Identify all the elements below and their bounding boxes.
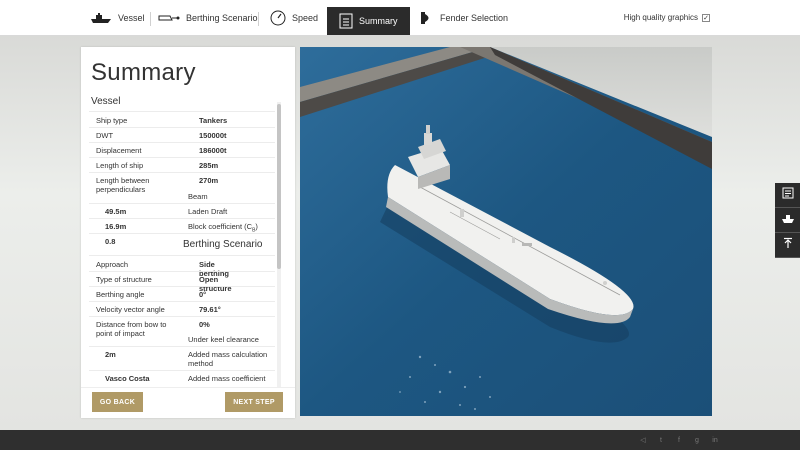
step-berthing-label: Berthing Scenario	[186, 13, 258, 23]
summary-row-key: Beam	[188, 192, 208, 201]
summary-row-key: Added mass calculation method	[188, 350, 268, 368]
divider	[89, 255, 275, 256]
divider	[89, 233, 275, 234]
divider	[89, 271, 275, 272]
row-key: Displacement	[96, 146, 142, 155]
divider	[89, 127, 275, 128]
summary-row-key: Laden Draft	[188, 207, 228, 216]
nav-divider	[258, 12, 259, 26]
berthing-section-title: Berthing Scenario	[183, 239, 263, 250]
side-toolbar	[775, 183, 800, 258]
row-key: DWT	[96, 131, 114, 140]
vessel-3d-view[interactable]	[300, 47, 712, 416]
berthing-icon	[158, 12, 180, 24]
divider	[89, 203, 275, 204]
step-fender-selection[interactable]: Fender Selection	[420, 6, 508, 30]
speedometer-icon	[270, 10, 286, 26]
divider	[89, 157, 275, 158]
summary-row-key: Block coefficient (CB)	[188, 222, 258, 234]
share-icon[interactable]: ◁	[638, 435, 648, 445]
notes-tool-button[interactable]	[775, 183, 800, 208]
nav-divider	[150, 12, 151, 26]
twitter-icon[interactable]: t	[656, 435, 666, 445]
divider	[89, 370, 275, 371]
scrollbar-thumb[interactable]	[277, 104, 281, 269]
divider	[89, 316, 275, 317]
next-step-button[interactable]: NEXT STEP	[225, 392, 283, 412]
page-footer: ◁ t f g in	[0, 430, 800, 450]
divider	[89, 218, 275, 219]
divider	[89, 301, 275, 302]
upload-icon	[782, 236, 794, 254]
row-value: 186000t	[199, 146, 227, 155]
high-quality-checkbox[interactable]: ✓	[702, 13, 710, 22]
high-quality-label: High quality graphics	[623, 13, 698, 22]
step-vessel[interactable]: Vessel	[90, 6, 145, 30]
step-speed[interactable]: Speed	[270, 6, 318, 30]
google-plus-icon[interactable]: g	[692, 435, 702, 445]
notes-icon	[782, 186, 794, 204]
divider	[89, 286, 275, 287]
summary-row-value: 16.9m	[105, 222, 127, 231]
summary-panel: Summary Vessel Ship type Tankers DWT 150…	[81, 47, 295, 418]
ship-dock-tool-button[interactable]	[775, 208, 800, 233]
divider	[89, 172, 275, 173]
upload-tool-button[interactable]	[775, 233, 800, 258]
linkedin-icon[interactable]: in	[710, 435, 720, 445]
row-value: Tankers	[199, 116, 228, 125]
row-key: Distance from bow to point of impact	[96, 320, 167, 338]
page-title: Summary	[91, 59, 196, 86]
step-speed-label: Speed	[292, 13, 319, 23]
step-fender-label: Fender Selection	[440, 13, 509, 23]
step-summary[interactable]: Summary	[327, 7, 410, 35]
row-value: 285m	[199, 161, 219, 170]
row-key-close: )	[255, 222, 258, 231]
row-key: Ship type	[96, 116, 128, 125]
go-back-button[interactable]: GO BACK	[92, 392, 143, 412]
row-value: 150000t	[199, 131, 227, 140]
list-icon	[339, 13, 353, 29]
row-value: 0°	[199, 290, 207, 299]
ship-dock-icon	[781, 211, 795, 229]
scene-illustration	[300, 47, 712, 416]
row-key: Berthing angle	[96, 290, 145, 299]
fender-icon	[420, 11, 434, 25]
row-key-text: Block coefficient (C	[188, 222, 253, 231]
vessel-section-title: Vessel	[91, 96, 121, 107]
row-key: Velocity vector angle	[96, 305, 165, 314]
summary-row-value: 0.8	[105, 237, 116, 246]
facebook-icon[interactable]: f	[674, 435, 684, 445]
summary-row-value: 49.5m	[105, 207, 127, 216]
ship-icon	[90, 12, 112, 24]
divider	[89, 346, 275, 347]
row-key: Type of structure	[96, 275, 152, 284]
high-quality-toggle[interactable]: High quality graphics ✓	[624, 13, 710, 22]
row-key: Length between perpendiculars	[96, 176, 150, 194]
row-value: 0%	[199, 320, 210, 329]
summary-row-value: 2m	[105, 350, 116, 359]
summary-row-key: Under keel clearance	[188, 335, 259, 344]
summary-row-key: Added mass coefficient	[188, 374, 266, 383]
row-key: Approach	[96, 260, 129, 269]
top-navigation: Vessel Berthing Scenario Speed Summary F…	[0, 0, 800, 36]
divider	[89, 111, 275, 112]
step-vessel-label: Vessel	[118, 13, 145, 23]
row-key: Length of ship	[96, 161, 144, 170]
divider	[89, 142, 275, 143]
row-value: 270m	[199, 176, 219, 185]
step-berthing-scenario[interactable]: Berthing Scenario	[158, 6, 258, 30]
step-summary-label: Summary	[359, 16, 398, 26]
social-links: ◁ t f g in	[638, 435, 720, 445]
summary-row-value: Vasco Costa	[105, 374, 150, 383]
row-value: 79.61°	[199, 305, 221, 314]
